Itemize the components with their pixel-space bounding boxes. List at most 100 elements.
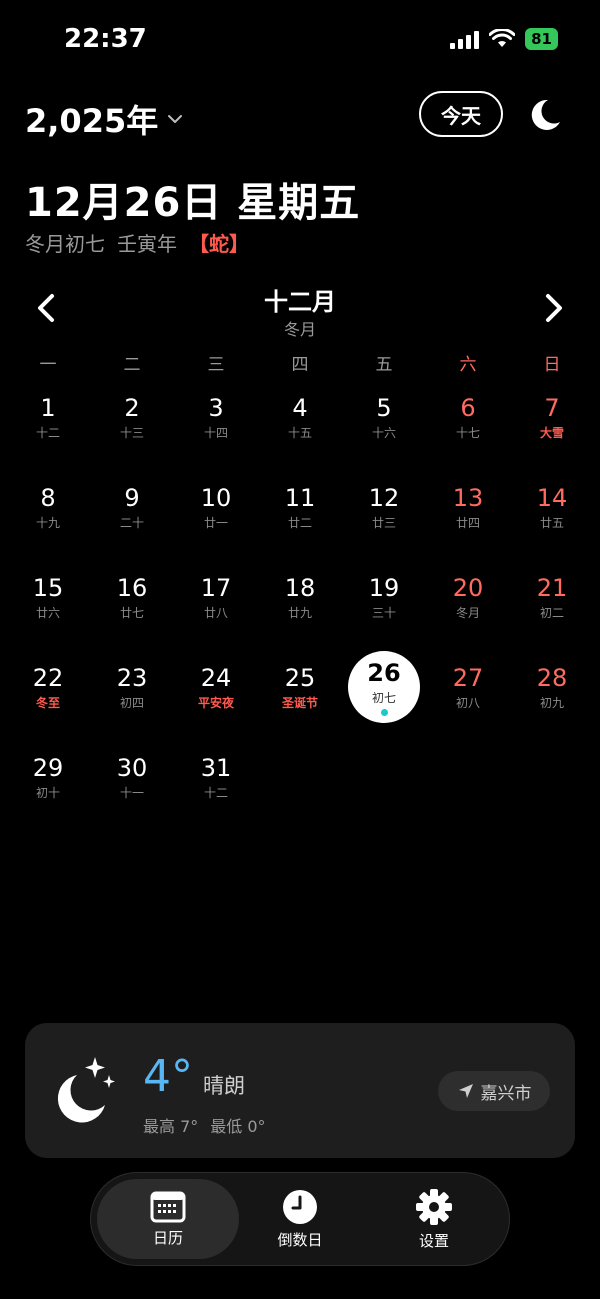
clear-night-moon-stars-icon bbox=[57, 1057, 115, 1123]
status-time: 22:37 bbox=[64, 24, 147, 54]
lunar-day-label: 十一 bbox=[119, 785, 144, 800]
day-cell[interactable]: 8 十九 bbox=[6, 462, 90, 552]
event-dot bbox=[380, 708, 388, 716]
location-button[interactable]: 嘉兴市 bbox=[438, 1071, 550, 1111]
current-temperature: 4° bbox=[143, 1051, 193, 1102]
location-arrow-icon bbox=[458, 1084, 473, 1098]
lunar-day-label: 三十 bbox=[371, 605, 396, 620]
day-number: 5 bbox=[376, 393, 392, 422]
day-number: 7 bbox=[544, 393, 560, 422]
day-cell[interactable]: 7 大雪 bbox=[510, 372, 594, 462]
lunar-day-label: 廿八 bbox=[203, 605, 228, 620]
tab-label: 倒数日 bbox=[277, 1230, 323, 1249]
lunar-date-line: 冬月初七 壬寅年 【蛇】 bbox=[25, 228, 249, 257]
day-cell[interactable]: 9 二十 bbox=[90, 462, 174, 552]
day-number: 18 bbox=[284, 573, 316, 602]
cellular-signal-icon bbox=[450, 29, 480, 49]
day-cell[interactable]: 3 十四 bbox=[174, 372, 258, 462]
status-icons: 81 bbox=[450, 28, 558, 50]
lunar-day-label: 廿九 bbox=[287, 605, 312, 620]
lunar-day-label: 廿六 bbox=[35, 605, 60, 620]
lunar-day-label: 廿四 bbox=[455, 515, 480, 530]
lunar-day-label: 廿一 bbox=[203, 515, 228, 530]
day-number: 14 bbox=[536, 483, 568, 512]
day-cell[interactable]: 22 冬至 bbox=[6, 642, 90, 732]
day-cell[interactable]: 11 廿二 bbox=[258, 462, 342, 552]
zodiac-label: 【蛇】 bbox=[189, 232, 249, 256]
day-cell[interactable]: 15 廿六 bbox=[6, 552, 90, 642]
festival-label: 冬至 bbox=[35, 695, 60, 710]
day-number: 28 bbox=[536, 663, 568, 692]
high-temperature: 最高 7° bbox=[143, 1117, 199, 1136]
lunar-day-label: 十五 bbox=[287, 425, 312, 440]
lunar-month-subtitle: 冬月 bbox=[283, 320, 316, 339]
day-cell[interactable]: 16 廿七 bbox=[90, 552, 174, 642]
festival-label: 圣诞节 bbox=[281, 695, 318, 710]
tab-calendar[interactable]: 日历 bbox=[97, 1179, 239, 1259]
day-number: 8 bbox=[40, 483, 56, 512]
days-grid: 1 十二 2 十三 3 十四 4 十五 5 十六 6 十七 7 大雪 8 十九 9 二十 10 廿一 11 廿二 12 廿三 1… bbox=[6, 372, 594, 822]
day-number: 9 bbox=[124, 483, 140, 512]
month-title: 十二月 bbox=[264, 288, 336, 316]
day-cell[interactable]: 24 平安夜 bbox=[174, 642, 258, 732]
selected-date-title: 12月26日 星期五 bbox=[25, 180, 361, 226]
day-cell[interactable]: 5 十六 bbox=[342, 372, 426, 462]
day-number: 19 bbox=[368, 573, 400, 602]
day-cell[interactable]: 18 廿九 bbox=[258, 552, 342, 642]
day-cell[interactable]: 20 冬月 bbox=[426, 552, 510, 642]
day-cell[interactable]: 12 廿三 bbox=[342, 462, 426, 552]
day-number: 31 bbox=[200, 753, 232, 782]
battery-indicator: 81 bbox=[525, 28, 558, 50]
ganzhi-year: 壬寅年 bbox=[117, 232, 177, 256]
year-selector[interactable]: 2,025年 bbox=[25, 96, 184, 142]
weather-card[interactable]: 4° 晴朗 最高 7° 最低 0° 嘉兴市 bbox=[25, 1023, 575, 1158]
day-cell[interactable]: 14 廿五 bbox=[510, 462, 594, 552]
tab-label: 日历 bbox=[152, 1228, 183, 1247]
day-number: 16 bbox=[116, 573, 148, 602]
dark-mode-moon-icon[interactable] bbox=[526, 96, 564, 134]
day-cell[interactable]: 21 初二 bbox=[510, 552, 594, 642]
day-cell[interactable]: 23 初四 bbox=[90, 642, 174, 732]
day-cell[interactable]: 13 廿四 bbox=[426, 462, 510, 552]
day-number: 6 bbox=[460, 393, 476, 422]
day-cell[interactable]: 2 十三 bbox=[90, 372, 174, 462]
day-cell[interactable]: 1 十二 bbox=[6, 372, 90, 462]
day-number: 15 bbox=[32, 573, 64, 602]
day-number: 13 bbox=[452, 483, 484, 512]
lunar-day-label: 初十 bbox=[35, 785, 60, 800]
day-cell[interactable]: 4 十五 bbox=[258, 372, 342, 462]
day-cell[interactable]: 28 初九 bbox=[510, 642, 594, 732]
lunar-day-label: 十三 bbox=[119, 425, 144, 440]
day-number: 27 bbox=[452, 663, 484, 692]
gear-icon bbox=[416, 1188, 452, 1225]
lunar-day-label: 初四 bbox=[119, 695, 144, 710]
next-month-arrow-icon[interactable] bbox=[538, 292, 568, 324]
lunar-day-label: 十二 bbox=[35, 425, 60, 440]
lunar-day-label: 冬月 bbox=[455, 605, 480, 620]
day-number: 10 bbox=[200, 483, 232, 512]
day-cell[interactable]: 6 十七 bbox=[426, 372, 510, 462]
day-cell[interactable]: 25 圣诞节 bbox=[258, 642, 342, 732]
day-cell[interactable]: 30 十一 bbox=[90, 732, 174, 822]
clock-icon bbox=[283, 1189, 317, 1224]
tab-settings[interactable]: 设置 bbox=[363, 1179, 505, 1259]
day-number: 11 bbox=[284, 483, 316, 512]
day-cell[interactable]: 31 十二 bbox=[174, 732, 258, 822]
festival-label: 大雪 bbox=[539, 425, 564, 440]
day-cell-selected[interactable]: 26 初七 bbox=[342, 642, 426, 732]
day-cell[interactable]: 10 廿一 bbox=[174, 462, 258, 552]
day-number: 29 bbox=[32, 753, 64, 782]
chevron-down-icon bbox=[168, 115, 183, 123]
lunar-day-label: 廿七 bbox=[119, 605, 144, 620]
day-number: 23 bbox=[116, 663, 148, 692]
day-cell[interactable]: 19 三十 bbox=[342, 552, 426, 642]
tab-countdown[interactable]: 倒数日 bbox=[229, 1179, 371, 1259]
day-cell[interactable]: 27 初八 bbox=[426, 642, 510, 732]
day-number: 3 bbox=[208, 393, 224, 422]
day-number: 24 bbox=[200, 663, 232, 692]
day-cell[interactable]: 17 廿八 bbox=[174, 552, 258, 642]
day-cell[interactable]: 29 初十 bbox=[6, 732, 90, 822]
day-number: 12 bbox=[368, 483, 400, 512]
lunar-day-label: 二十 bbox=[119, 515, 144, 530]
today-button[interactable]: 今天 bbox=[419, 91, 503, 137]
